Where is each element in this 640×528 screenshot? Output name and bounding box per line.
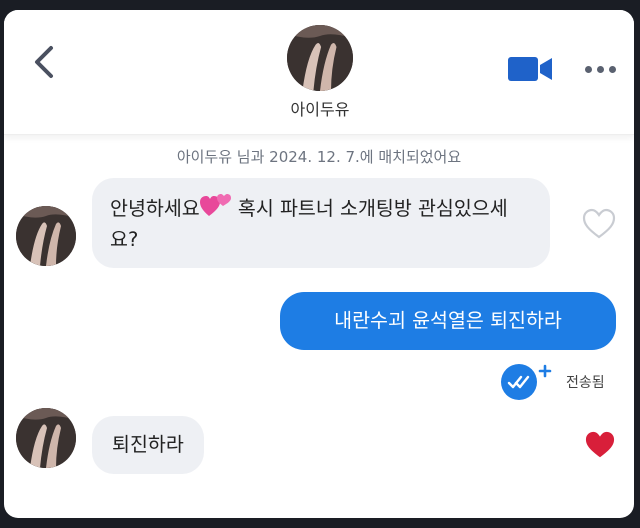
chat-header: 아이두유 xyxy=(4,10,634,135)
more-dots-icon xyxy=(584,65,592,73)
message-text: 내란수괴 윤석열은 퇴진하라 xyxy=(334,309,562,332)
message-avatar[interactable] xyxy=(16,408,76,468)
contact-avatar[interactable] xyxy=(287,25,353,91)
heart-icon xyxy=(585,431,615,458)
message-bubble-incoming[interactable]: 퇴진하라 xyxy=(92,416,204,474)
contact-name[interactable]: 아이두유 xyxy=(254,96,386,120)
read-receipt xyxy=(497,362,555,402)
like-button[interactable] xyxy=(582,208,616,240)
double-check-icon xyxy=(501,364,552,400)
match-info: 아이두유 님과 2024. 12. 7.에 매치되었어요 xyxy=(176,148,462,166)
chat-screen: 아이두유 아이두유 님과 2024. 12. 7.에 매치되었어요 안녕하세요 … xyxy=(4,10,634,518)
message-text: 퇴진하라 xyxy=(112,433,184,456)
avatar-photo xyxy=(16,206,76,266)
video-camera-icon xyxy=(508,57,552,81)
more-options-button[interactable] xyxy=(580,54,620,84)
chevron-left-icon xyxy=(35,46,53,78)
message-text: 안녕하세요 xyxy=(110,197,200,220)
message-avatar[interactable] xyxy=(16,206,76,266)
message-bubble-incoming[interactable]: 안녕하세요 혹시 파트너 소개팅방 관심있으세요? xyxy=(92,178,550,268)
like-button[interactable] xyxy=(584,430,616,460)
avatar-photo xyxy=(16,408,76,468)
back-button[interactable] xyxy=(26,42,62,82)
more-dots-icon xyxy=(596,65,604,73)
more-dots-icon xyxy=(608,65,616,73)
heart-outline-icon xyxy=(582,208,616,239)
video-call-button[interactable] xyxy=(506,54,554,84)
two-hearts-icon xyxy=(199,194,231,216)
message-bubble-outgoing[interactable]: 내란수괴 윤석열은 퇴진하라 xyxy=(280,292,616,350)
message-status: 전송됨 xyxy=(566,375,605,391)
avatar-photo xyxy=(287,25,353,91)
